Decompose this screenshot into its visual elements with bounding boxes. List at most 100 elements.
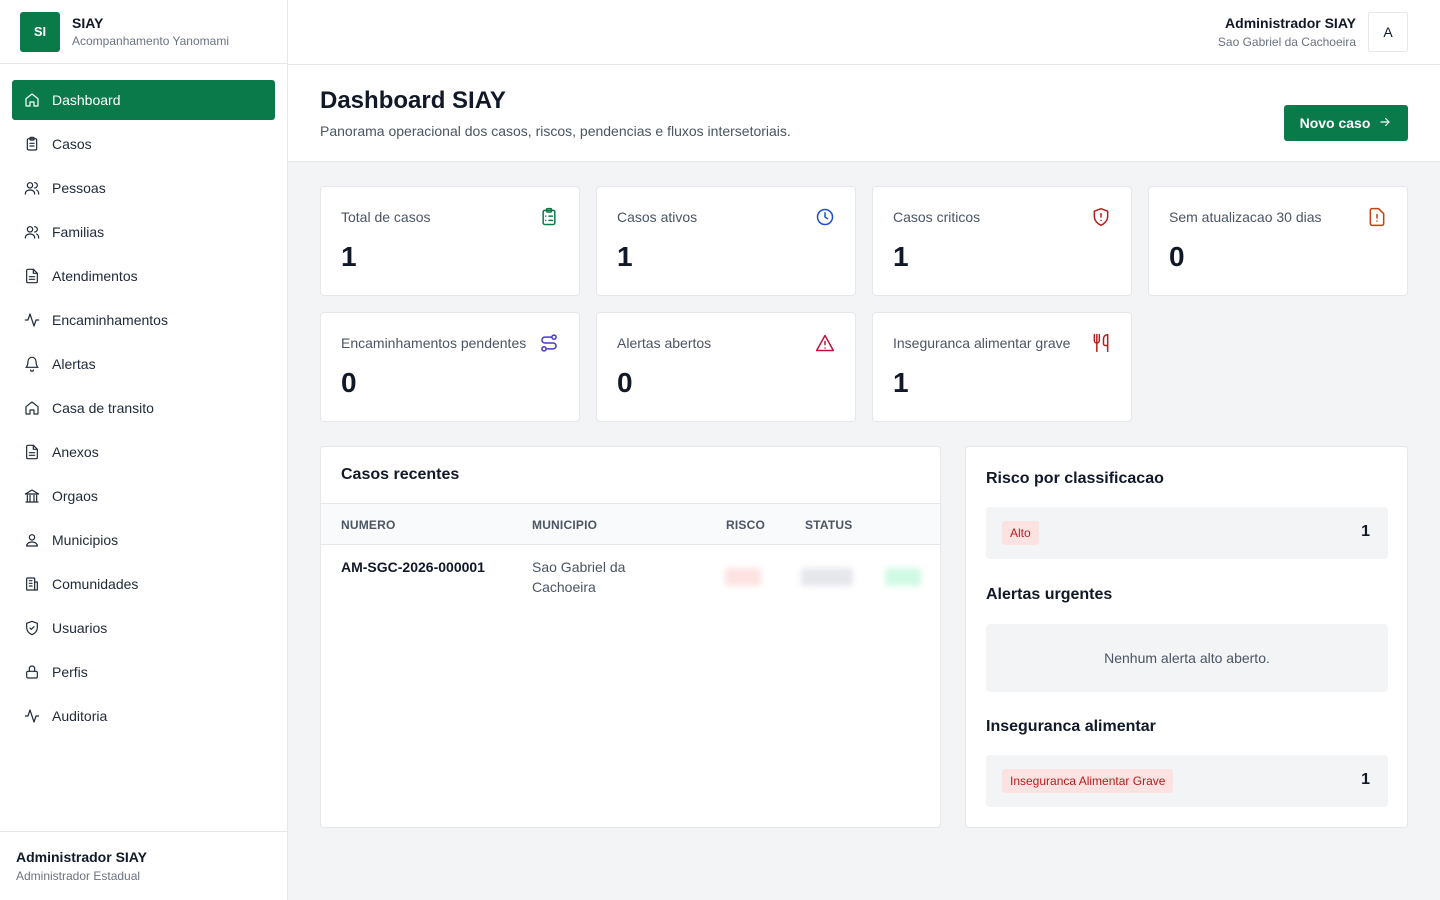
- sidebar-item-municipios[interactable]: Municipios: [12, 520, 275, 560]
- column-header-numero: NUMERO: [341, 518, 396, 532]
- stat-card-inseguranca-alimentar: Inseguranca alimentar grave 1: [872, 312, 1132, 422]
- sidebar-item-label: Usuarios: [52, 620, 108, 636]
- stat-label: Total de casos: [341, 209, 431, 225]
- lock-icon: [24, 664, 40, 680]
- stat-value: 0: [1169, 241, 1185, 272]
- sidebar-item-label: Atendimentos: [52, 268, 138, 284]
- home-icon: [24, 92, 40, 108]
- avatar[interactable]: A: [1368, 12, 1408, 52]
- sidebar-item-orgaos[interactable]: Orgaos: [12, 476, 275, 516]
- stat-value: 1: [893, 241, 909, 272]
- user-name: Administrador SIAY: [1225, 15, 1356, 31]
- sidebar-user-name: Administrador SIAY: [16, 849, 147, 865]
- user-pin-icon: [24, 532, 40, 548]
- shield-alert-icon: [1091, 207, 1111, 227]
- sidebar-item-encaminhamentos[interactable]: Encaminhamentos: [12, 300, 275, 340]
- food-insecurity-row: Inseguranca Alimentar Grave 1: [986, 755, 1388, 807]
- risk-count: 1: [1361, 523, 1370, 540]
- sidebar-item-label: Orgaos: [52, 488, 98, 504]
- stat-card-encaminhamentos-pendentes: Encaminhamentos pendentes 0: [320, 312, 580, 422]
- stat-label: Inseguranca alimentar grave: [893, 335, 1071, 351]
- stat-label: Encaminhamentos pendentes: [341, 335, 527, 351]
- stat-label: Sem atualizacao 30 dias: [1169, 209, 1322, 225]
- stat-value: 1: [341, 241, 357, 272]
- file-text-icon: [24, 444, 40, 460]
- user-menu[interactable]: Administrador SIAY Sao Gabriel da Cachoe…: [1218, 12, 1408, 52]
- risk-badge-alto: Alto: [1002, 521, 1039, 545]
- case-number[interactable]: AM-SGC-2026-000001: [341, 557, 491, 577]
- sidebar-item-label: Dashboard: [52, 92, 121, 108]
- sidebar-item-auditoria[interactable]: Auditoria: [12, 696, 275, 736]
- activity-icon: [24, 708, 40, 724]
- sidebar-item-alertas[interactable]: Alertas: [12, 344, 275, 384]
- stat-card-alertas-abertos: Alertas abertos 0: [596, 312, 856, 422]
- page-header: Dashboard SIAY Panorama operacional dos …: [288, 65, 1440, 162]
- stat-label: Casos criticos: [893, 209, 981, 225]
- new-case-button[interactable]: Novo caso: [1284, 105, 1408, 141]
- stat-value: 0: [341, 367, 357, 398]
- sidebar-item-label: Encaminhamentos: [52, 312, 168, 328]
- brand[interactable]: SI SIAY Acompanhamento Yanomami: [0, 0, 287, 64]
- stat-value: 0: [617, 367, 633, 398]
- brand-logo: SI: [20, 11, 60, 52]
- arrow-right-icon: [1378, 115, 1392, 132]
- view-link[interactable]: [885, 568, 921, 586]
- sidebar-item-usuarios[interactable]: Usuarios: [12, 608, 275, 648]
- stat-card-sem-atualizacao: Sem atualizacao 30 dias 0: [1148, 186, 1408, 296]
- bell-icon: [24, 356, 40, 372]
- food-insecurity-title: Inseguranca alimentar: [986, 718, 1156, 735]
- food-insecurity-badge: Inseguranca Alimentar Grave: [1002, 769, 1174, 793]
- stat-card-total-casos: Total de casos 1: [320, 186, 580, 296]
- sidebar-item-dashboard[interactable]: Dashboard: [12, 80, 275, 120]
- stat-value: 1: [893, 367, 909, 398]
- stat-card-casos-ativos: Casos ativos 1: [596, 186, 856, 296]
- new-case-label: Novo caso: [1299, 115, 1371, 131]
- sidebar-item-anexos[interactable]: Anexos: [12, 432, 275, 472]
- sidebar-item-casos[interactable]: Casos: [12, 124, 275, 164]
- stat-value: 1: [617, 241, 633, 272]
- food-insecurity-count: 1: [1361, 771, 1370, 788]
- risk-badge: [725, 568, 761, 586]
- table-header: NUMERO MUNICIPIO RISCO STATUS: [321, 503, 940, 545]
- summary-panel: Risco por classificacao Alto 1 Alertas u…: [965, 446, 1408, 828]
- sidebar-item-label: Anexos: [52, 444, 99, 460]
- column-header-risco: RISCO: [726, 518, 766, 532]
- sidebar-item-atendimentos[interactable]: Atendimentos: [12, 256, 275, 296]
- sidebar-item-label: Auditoria: [52, 708, 108, 724]
- recent-cases-title: Casos recentes: [341, 466, 460, 483]
- status-badge: [801, 568, 853, 586]
- sidebar-item-label: Casa de transito: [52, 400, 154, 416]
- stat-card-casos-criticos: Casos criticos 1: [872, 186, 1132, 296]
- users-icon: [24, 224, 40, 240]
- stat-label: Alertas abertos: [617, 335, 712, 351]
- sidebar-item-familias[interactable]: Familias: [12, 212, 275, 252]
- brand-name: SIAY: [72, 15, 104, 31]
- users-icon: [24, 180, 40, 196]
- case-municipio: Sao Gabriel da Cachoeira: [532, 559, 626, 595]
- stat-label: Casos ativos: [617, 209, 698, 225]
- home-icon: [24, 400, 40, 416]
- recent-cases-panel: Casos recentes NUMERO MUNICIPIO RISCO ST…: [320, 446, 941, 828]
- sidebar-item-pessoas[interactable]: Pessoas: [12, 168, 275, 208]
- sidebar-item-casa-de-transito[interactable]: Casa de transito: [12, 388, 275, 428]
- sidebar-item-label: Municipios: [52, 532, 119, 548]
- column-header-status: STATUS: [805, 518, 853, 532]
- clipboard-list-icon: [539, 207, 559, 227]
- building-icon: [24, 576, 40, 592]
- file-warning-icon: [1367, 207, 1387, 227]
- column-header-municipio: MUNICIPIO: [532, 518, 598, 532]
- file-text-icon: [24, 268, 40, 284]
- sidebar-item-perfis[interactable]: Perfis: [12, 652, 275, 692]
- sidebar-item-label: Casos: [52, 136, 92, 152]
- route-icon: [539, 333, 559, 353]
- sidebar-item-label: Comunidades: [52, 576, 139, 592]
- page-title: Dashboard SIAY: [320, 87, 506, 114]
- sidebar-item-comunidades[interactable]: Comunidades: [12, 564, 275, 604]
- risk-row: Alto 1: [986, 507, 1388, 559]
- alert-triangle-icon: [815, 333, 835, 353]
- sidebar-user: Administrador SIAY Administrador Estadua…: [0, 831, 287, 900]
- user-city: Sao Gabriel da Cachoeira: [1217, 35, 1356, 49]
- page-subtitle: Panorama operacional dos casos, riscos, …: [320, 123, 791, 139]
- clipboard-icon: [24, 136, 40, 152]
- urgent-alerts-empty: Nenhum alerta alto aberto.: [986, 624, 1388, 692]
